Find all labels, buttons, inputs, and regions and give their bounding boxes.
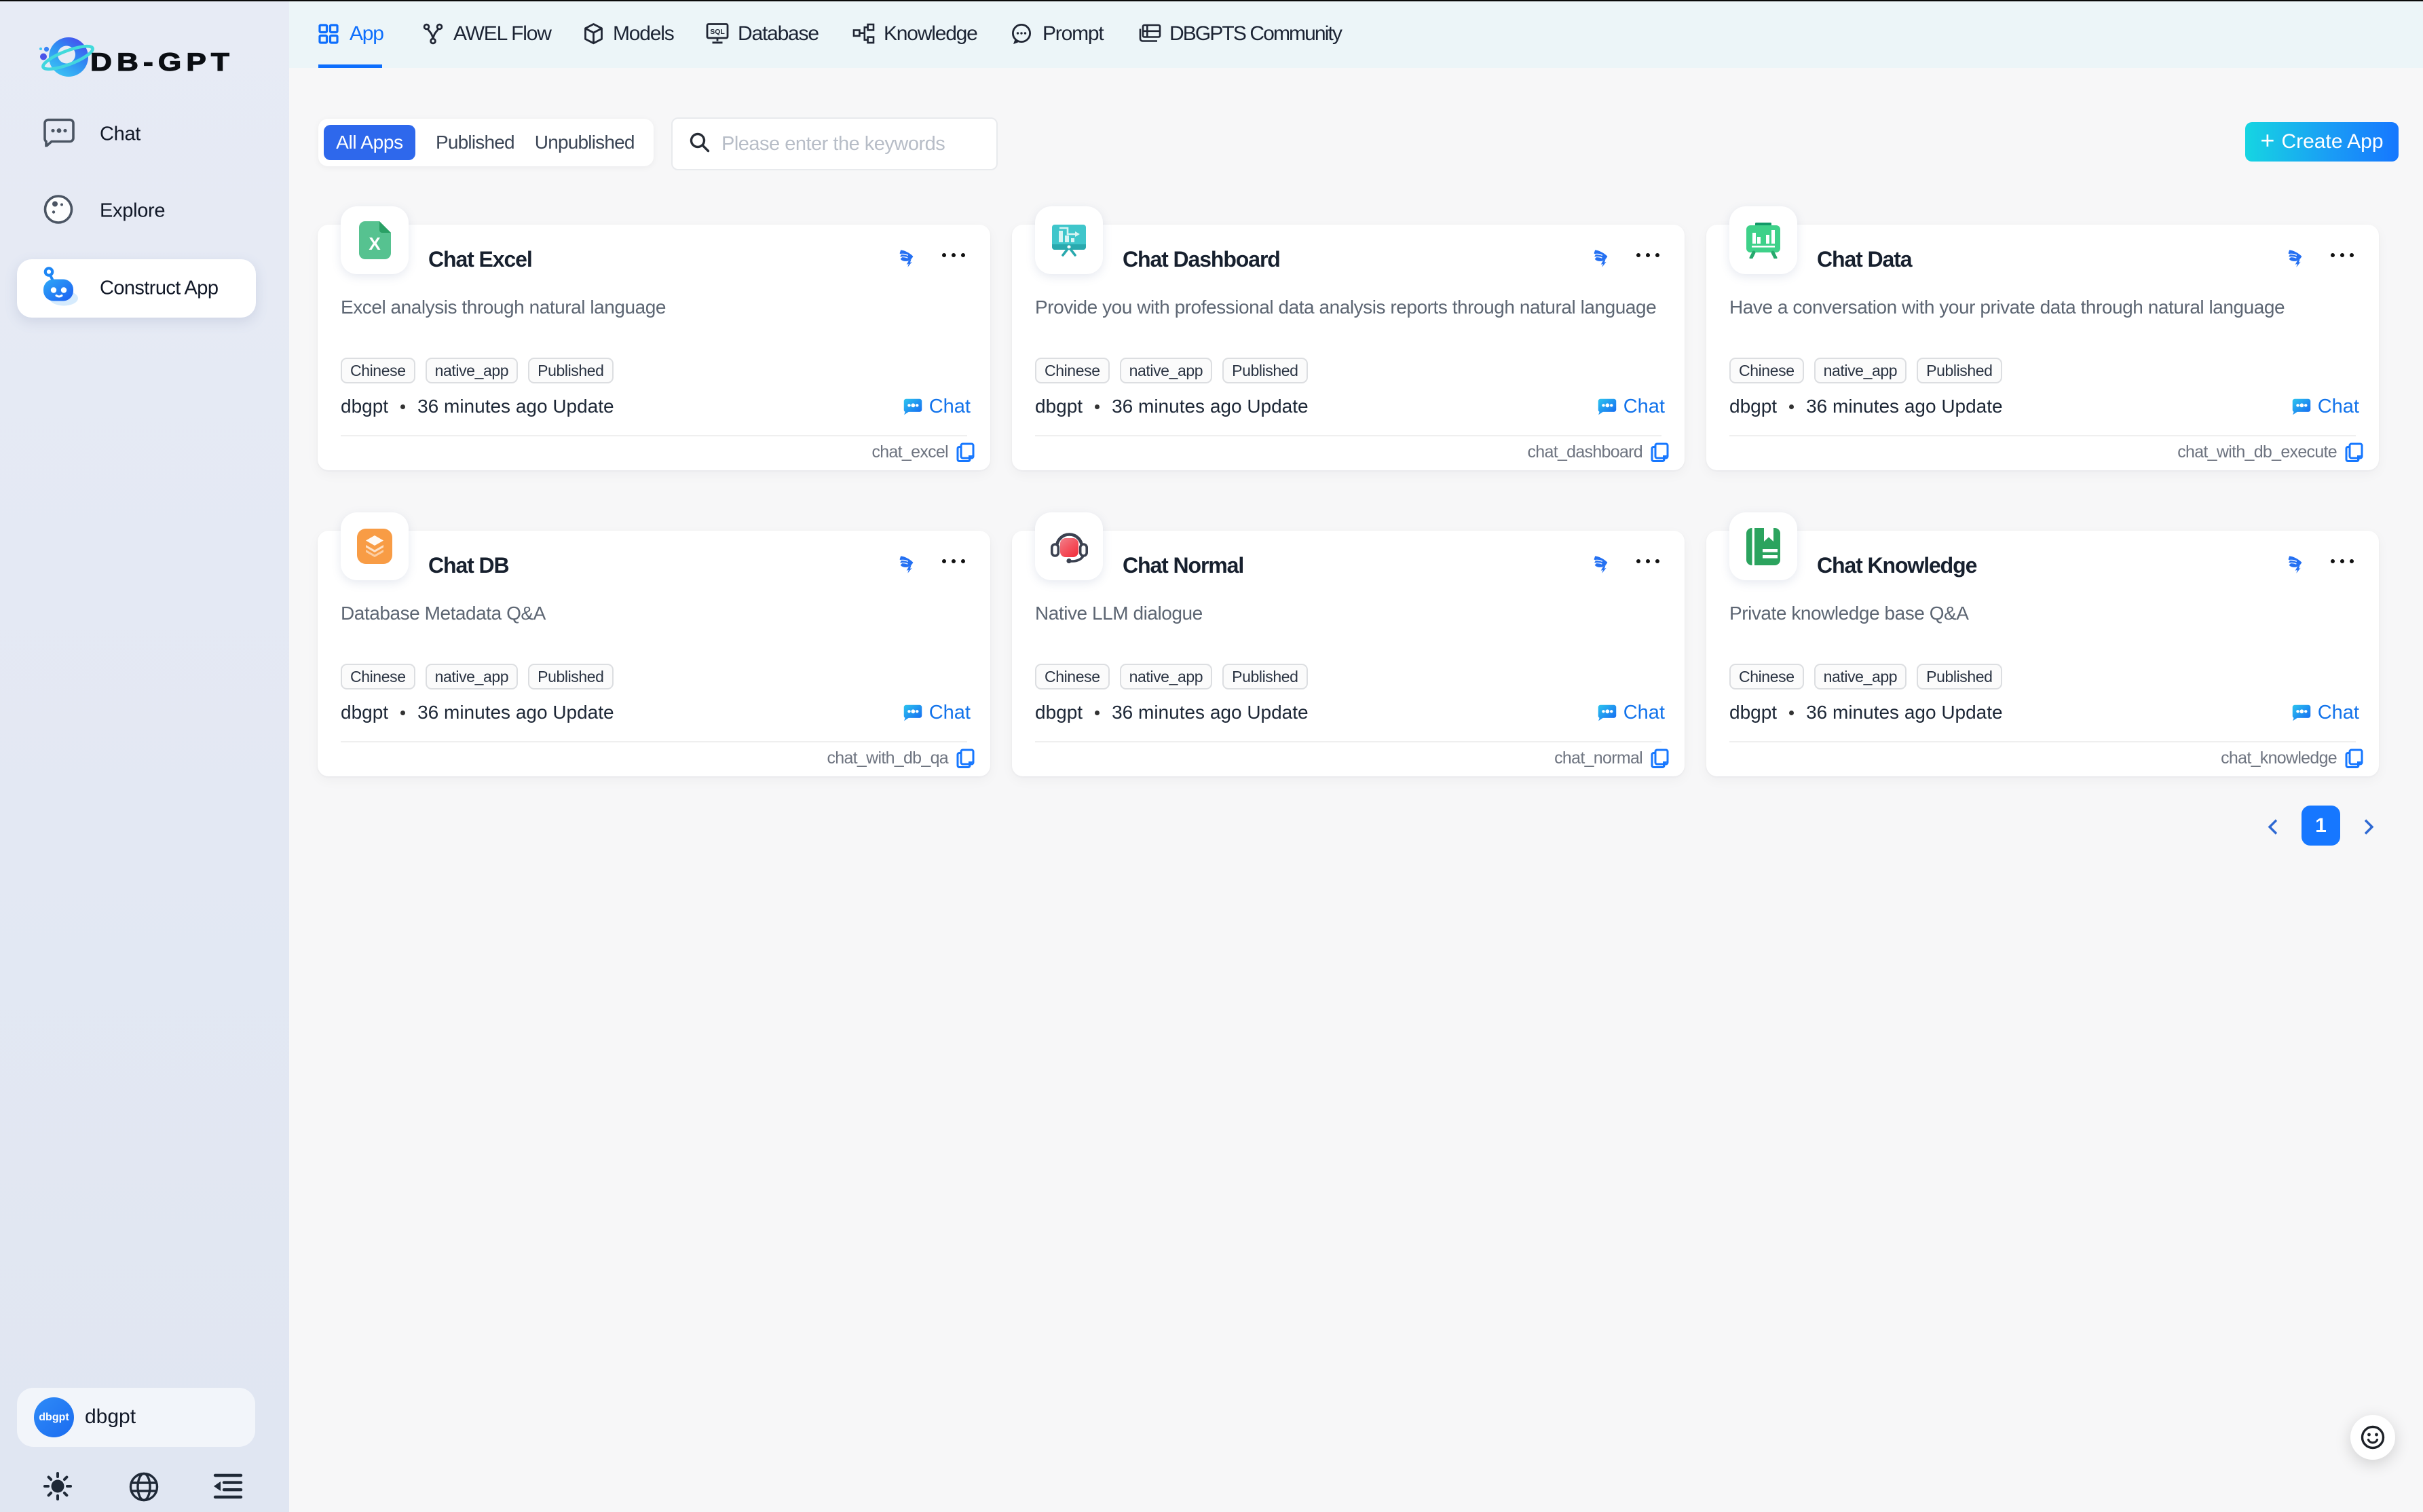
svg-text:X: X: [369, 233, 381, 254]
svg-text:SQL: SQL: [710, 28, 725, 36]
svg-text:DB-GPT: DB-GPT: [90, 48, 234, 76]
